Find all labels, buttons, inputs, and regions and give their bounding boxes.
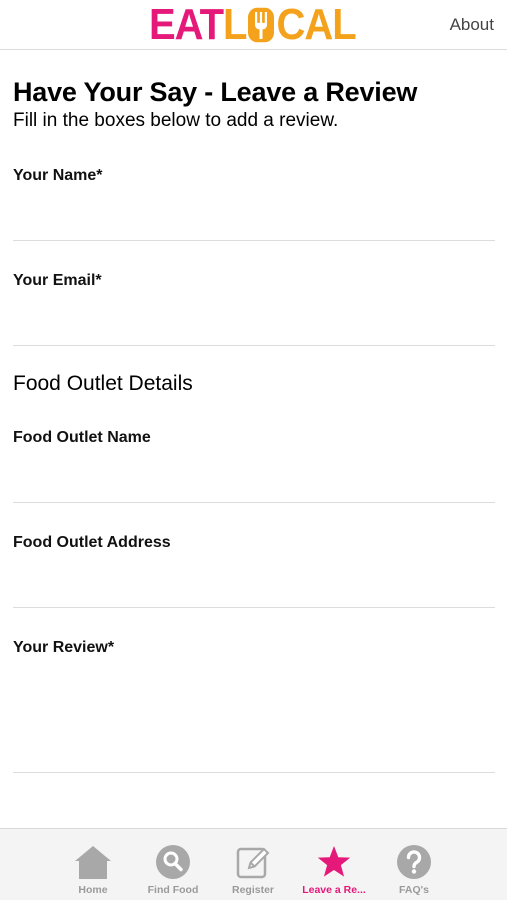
your-email-label: Your Email* — [13, 272, 102, 289]
logo-text-eat: EAT — [149, 1, 224, 49]
tab-register-label: Register — [231, 884, 274, 896]
logo-text-local: L CAL — [223, 1, 357, 49]
form-intro: Have Your Say - Leave a Review Fill in t… — [13, 75, 495, 133]
your-name-input[interactable] — [13, 194, 495, 238]
tab-leave-a-review-label: Leave a Re... — [302, 884, 366, 896]
logo-text-cal: CAL — [276, 1, 356, 49]
food-outlet-address-label: Food Outlet Address — [13, 534, 171, 551]
bottom-tab-bar: Home Find Food Register Leave a Re... FA… — [0, 828, 507, 900]
search-icon — [154, 843, 192, 881]
your-name-label: Your Name* — [13, 167, 103, 184]
eat-local-logo[interactable]: EAT L CAL — [149, 1, 357, 49]
fork-o-icon — [248, 7, 275, 43]
food-outlet-address-field: Food Outlet Address — [13, 533, 495, 608]
your-name-field: Your Name* — [13, 166, 495, 241]
food-outlet-name-field: Food Outlet Name — [13, 428, 495, 503]
tab-find-food-label: Find Food — [147, 884, 199, 896]
your-review-textarea[interactable] — [13, 666, 495, 770]
your-review-label: Your Review* — [13, 639, 115, 656]
tab-find-food[interactable]: Find Food — [133, 829, 213, 900]
tab-register[interactable]: Register — [213, 829, 293, 900]
app-header: EAT L CAL About — [0, 0, 507, 50]
page-subtitle: Fill in the boxes below to add a review. — [13, 110, 339, 131]
tab-faqs-label: FAQ's — [399, 884, 429, 896]
tab-home-label: Home — [78, 884, 108, 896]
your-review-field: Your Review* — [13, 638, 495, 773]
edit-icon — [234, 843, 272, 881]
tab-leave-a-review[interactable]: Leave a Re... — [294, 829, 374, 900]
your-email-input[interactable] — [13, 299, 495, 343]
food-outlet-name-input[interactable] — [13, 456, 495, 500]
tab-home[interactable]: Home — [53, 829, 133, 900]
your-email-field: Your Email* — [13, 271, 495, 346]
food-outlet-details-heading: Food Outlet Details — [13, 372, 193, 395]
food-outlet-name-label: Food Outlet Name — [13, 429, 151, 446]
page-title: Have Your Say - Leave a Review — [13, 77, 418, 107]
tab-faqs[interactable]: FAQ's — [374, 829, 454, 900]
star-icon — [315, 843, 353, 881]
help-icon — [395, 843, 433, 881]
home-icon — [74, 843, 112, 881]
logo-text-l: L — [223, 1, 247, 49]
about-link[interactable]: About — [450, 15, 494, 35]
food-outlet-address-input[interactable] — [13, 561, 495, 605]
